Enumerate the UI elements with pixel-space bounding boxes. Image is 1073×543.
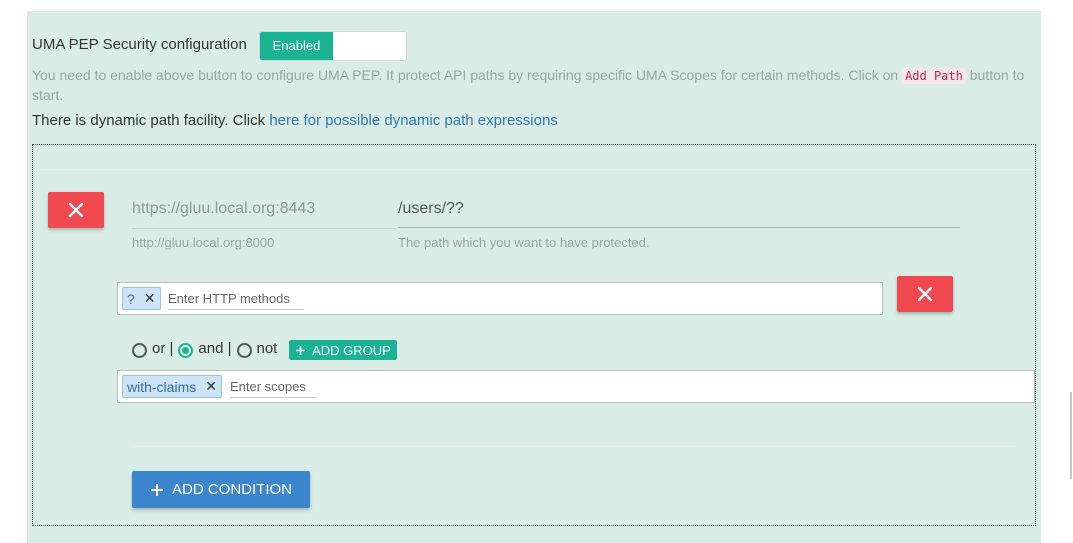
close-icon xyxy=(917,286,933,302)
scopes-input[interactable]: with-claims ✕ Enter scopes xyxy=(117,370,1035,403)
remove-tag-icon[interactable]: ✕ xyxy=(205,378,217,395)
scrollbar[interactable] xyxy=(1070,392,1072,479)
section-title: UMA PEP Security configuration xyxy=(32,36,247,53)
radio-and[interactable] xyxy=(178,343,194,358)
scopes-placeholder[interactable]: Enter scopes xyxy=(230,379,316,398)
remove-methods-button[interactable] xyxy=(897,276,953,312)
enable-toggle[interactable]: Enabled xyxy=(259,31,407,61)
add-condition-button[interactable]: ADD CONDITION xyxy=(132,471,310,508)
add-group-label: ADD GROUP xyxy=(312,342,391,358)
add-group-button[interactable]: ADD GROUP xyxy=(289,340,397,360)
radio-or[interactable] xyxy=(132,343,147,358)
divider xyxy=(33,169,1035,170)
base-url-hint: http://gluu.local.org:8000 xyxy=(132,235,275,250)
path-input-hint: The path which you want to have protecte… xyxy=(398,235,650,250)
http-methods-placeholder[interactable]: Enter HTTP methods xyxy=(168,291,304,310)
dynamic-path-prefix: There is dynamic path facility. Click xyxy=(32,112,270,129)
condition-operator-group: or | and | not xyxy=(132,340,278,358)
radio-not[interactable] xyxy=(236,343,252,358)
radio-or-label: or | xyxy=(152,340,174,357)
path-input[interactable]: /users/?? xyxy=(398,200,464,218)
method-tag[interactable]: ? ✕ xyxy=(122,287,161,310)
remove-tag-icon[interactable]: ✕ xyxy=(144,290,156,307)
plus-icon xyxy=(296,345,306,355)
remove-path-button[interactable] xyxy=(48,192,104,228)
add-condition-label: ADD CONDITION xyxy=(172,481,292,498)
base-url-underline xyxy=(132,228,396,229)
http-methods-input[interactable]: ? ✕ Enter HTTP methods xyxy=(117,282,883,315)
radio-not-label: not xyxy=(256,340,278,357)
help-text: You need to enable above button to confi… xyxy=(32,66,1037,105)
path-input-underline xyxy=(398,227,960,228)
dynamic-path-info: There is dynamic path facility. Click he… xyxy=(32,112,558,129)
base-url-field[interactable]: https://gluu.local.org:8443 xyxy=(132,200,315,218)
radio-and-label: and | xyxy=(198,340,232,357)
method-tag-label: ? xyxy=(127,290,135,307)
add-path-code: Add Path xyxy=(902,68,966,84)
close-icon xyxy=(68,202,84,218)
toggle-enabled-label: Enabled xyxy=(260,32,333,60)
dynamic-path-link[interactable]: here for possible dynamic path expressio… xyxy=(269,112,558,129)
scope-tag[interactable]: with-claims ✕ xyxy=(122,375,222,398)
help-text-part1: You need to enable above button to confi… xyxy=(32,67,903,83)
scope-tag-label: with-claims xyxy=(127,378,197,395)
plus-icon xyxy=(151,483,163,496)
divider xyxy=(132,446,1018,447)
